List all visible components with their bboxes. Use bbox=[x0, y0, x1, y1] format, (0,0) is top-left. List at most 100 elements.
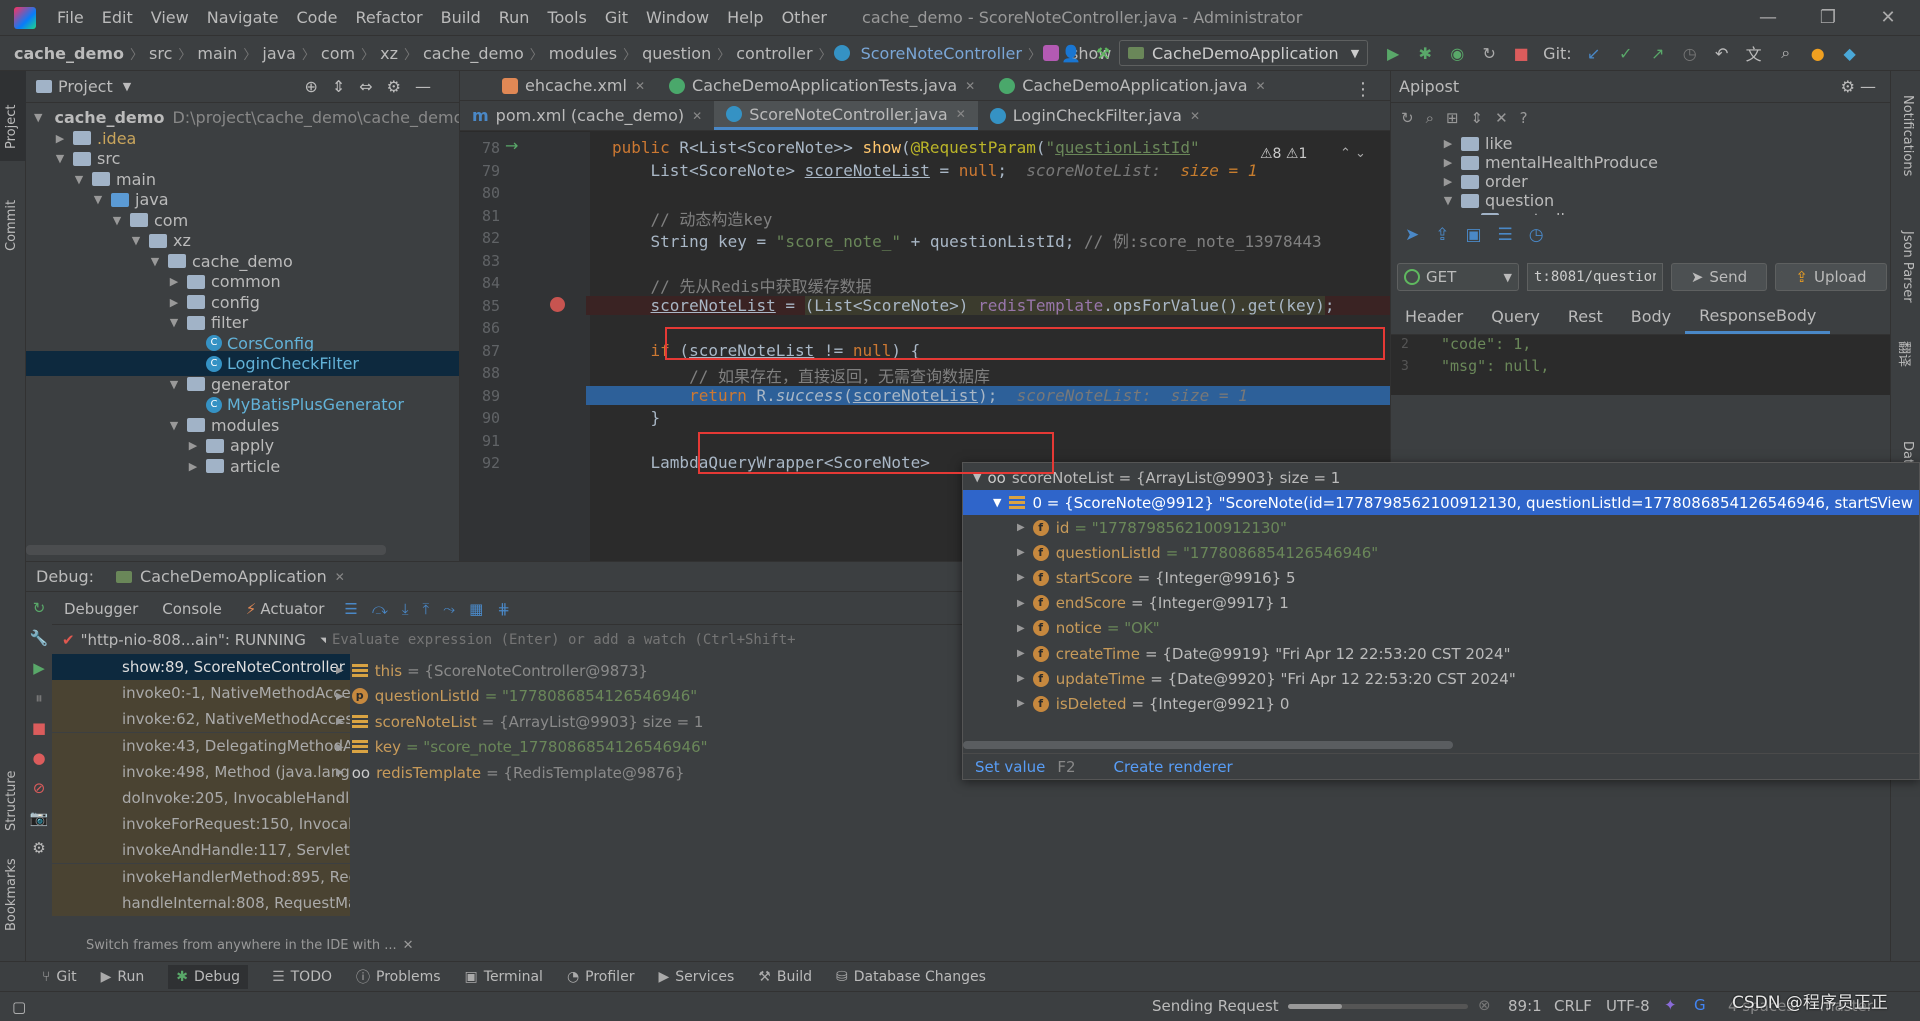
chevron-down-icon[interactable]: ▼ bbox=[91, 193, 105, 206]
profile-icon[interactable]: ↻ bbox=[1478, 42, 1500, 64]
code-line[interactable]: } bbox=[612, 408, 661, 427]
tool-debug[interactable]: ✱ Debug bbox=[168, 964, 249, 989]
chevron-right-icon[interactable]: ▶ bbox=[336, 742, 344, 753]
translate-icon[interactable]: 文 bbox=[1743, 42, 1765, 64]
chevron-right-icon[interactable]: ▶ bbox=[336, 767, 344, 778]
menu-other[interactable]: Other bbox=[773, 8, 836, 27]
breadcrumb-class[interactable]: ScoreNoteController bbox=[857, 44, 1026, 63]
send-button[interactable]: ➤ Send bbox=[1671, 263, 1767, 291]
code-line[interactable]: // 动态构造key bbox=[612, 206, 773, 230]
tab-header[interactable]: Header bbox=[1391, 300, 1477, 334]
menu-run[interactable]: Run bbox=[490, 8, 539, 27]
code-line[interactable]: public R<List<ScoreNote>> show(@RequestP… bbox=[612, 138, 1200, 157]
debug-session-tab[interactable]: CacheDemoApplication bbox=[140, 567, 327, 586]
project-toolbar[interactable]: ⊕⇕⇔⚙— bbox=[304, 77, 445, 96]
stack-frame[interactable]: invoke:43, DelegatingMethodAccessorIn bbox=[52, 732, 350, 759]
code-line[interactable]: String key = "score_note_" + questionLis… bbox=[612, 228, 1322, 252]
tool-services[interactable]: ▶ Services bbox=[658, 969, 734, 985]
chevron-down-icon[interactable]: ▼ bbox=[34, 111, 42, 124]
variable-row[interactable]: ▶ this = {ScoreNoteController@9873} bbox=[326, 658, 648, 683]
close-tab-icon[interactable]: ✕ bbox=[635, 79, 645, 93]
plugin-icon[interactable]: ✦ bbox=[1664, 996, 1677, 1014]
tool-git[interactable]: ⑂ Git bbox=[42, 969, 77, 985]
rerun-icon[interactable]: ↻ bbox=[33, 599, 46, 617]
popup-field-row[interactable]: ▶ f endScore = {Integer@9917} 1 bbox=[963, 591, 1289, 616]
hammer-build-icon[interactable]: ⚒ bbox=[1092, 42, 1114, 64]
close-session-icon[interactable]: ✕ bbox=[335, 570, 345, 584]
popup-field-row[interactable]: ▶ f updateTime = {Date@9920} "Fri Apr 12 22… bbox=[963, 666, 1516, 691]
create-renderer-link[interactable]: Create renderer bbox=[1114, 758, 1233, 776]
stack-frame[interactable]: invokeAndHandle:117, ServletInvocableH bbox=[52, 837, 350, 864]
tool-build[interactable]: ⚒ Build bbox=[758, 969, 812, 985]
notifications-strip-label[interactable]: Notifications bbox=[1900, 95, 1915, 176]
code-line[interactable]: return R.success(scoreNoteList); scoreNo… bbox=[586, 385, 1390, 405]
breadcrumb-main[interactable]: main bbox=[193, 44, 241, 63]
horizontal-scrollbar[interactable] bbox=[26, 545, 386, 555]
close-tab-icon[interactable]: ✕ bbox=[956, 107, 966, 121]
popup-field-row[interactable]: ▶ f questionListId = "1778086854126546946" bbox=[963, 540, 1378, 565]
tool-problems[interactable]: ⓘ Problems bbox=[356, 967, 441, 987]
breadcrumb-java[interactable]: java bbox=[258, 44, 300, 63]
popup-field-row[interactable]: ▶ f startScore = {Integer@9916} 5 bbox=[963, 565, 1296, 590]
popup-field-row[interactable]: ▶ f isDeleted = {Integer@9921} 0 bbox=[963, 691, 1289, 716]
project-strip-label[interactable]: Project bbox=[4, 105, 19, 149]
tab-debugger[interactable]: Debugger bbox=[52, 600, 150, 618]
close-window-icon[interactable]: ✕ bbox=[1860, 0, 1916, 35]
close-tab-icon[interactable]: ✕ bbox=[965, 79, 975, 93]
user-icon[interactable]: 👤 bbox=[1060, 42, 1082, 64]
translate-strip-label[interactable]: 翻译 bbox=[1896, 341, 1915, 367]
chevron-down-icon[interactable]: ▼ bbox=[129, 234, 143, 247]
chevron-right-icon[interactable]: ▶ bbox=[1017, 623, 1025, 634]
tool-profiler[interactable]: ◔ Profiler bbox=[567, 969, 635, 985]
stack-frame[interactable]: invoke:498, Method (java.lang.reflect) bbox=[52, 758, 350, 785]
breadcrumb-com[interactable]: com bbox=[317, 44, 359, 63]
code-line[interactable]: // 如果存在，直接返回，无需查询数据库 bbox=[612, 363, 990, 387]
api-tree-item[interactable]: ▼ controller bbox=[1391, 207, 1581, 215]
chevron-right-icon[interactable]: ▶ bbox=[1017, 648, 1025, 659]
chevron-right-icon[interactable]: ▶ bbox=[336, 665, 344, 676]
chevron-right-icon[interactable]: ▶ bbox=[1017, 547, 1025, 558]
menu-file[interactable]: File bbox=[48, 8, 93, 27]
cancel-progress-icon[interactable]: ⊗ bbox=[1478, 996, 1491, 1014]
menu-build[interactable]: Build bbox=[432, 8, 490, 27]
chevron-down-icon[interactable]: ▼ bbox=[1461, 213, 1475, 215]
url-input[interactable] bbox=[1527, 263, 1663, 291]
close-tab-icon[interactable]: ✕ bbox=[692, 109, 702, 123]
history-icon[interactable]: ◷ bbox=[1679, 42, 1701, 64]
code-line[interactable]: scoreNoteList = (List<ScoreNote>) redisT… bbox=[586, 295, 1390, 315]
chevron-right-icon[interactable]: ▶ bbox=[1017, 598, 1025, 609]
inspection-warnings[interactable]: ⚠8 ⚠1 bbox=[1256, 146, 1312, 162]
chevron-right-icon[interactable]: ▶ bbox=[53, 132, 67, 145]
chevron-down-icon[interactable]: ▼ bbox=[1441, 194, 1455, 207]
breadcrumb-question[interactable]: question bbox=[638, 44, 715, 63]
project-panel-title[interactable]: Project bbox=[58, 77, 113, 96]
file-encoding[interactable]: UTF-8 bbox=[1606, 997, 1650, 1015]
chevron-right-icon[interactable]: ▶ bbox=[1017, 522, 1025, 533]
close-tab-icon[interactable]: ✕ bbox=[1256, 79, 1266, 93]
stack-frame[interactable]: invoke:62, NativeMethodAccessorImpl (s bbox=[52, 706, 350, 733]
tool-database-changes[interactable]: ⛁ Database Changes bbox=[836, 969, 986, 985]
debug-icon[interactable]: ✱ bbox=[1414, 42, 1436, 64]
chevron-down-icon[interactable]: ▼ bbox=[148, 255, 162, 268]
stack-frame[interactable]: invokeHandlerMethod:895, RequestMap bbox=[52, 863, 350, 890]
evaluate-expression-input[interactable] bbox=[326, 626, 796, 654]
code-line[interactable]: // 先从Redis中获取缓存数据 bbox=[612, 273, 872, 297]
settings-gear-icon[interactable]: ⚙ — bbox=[1841, 77, 1876, 96]
thread-selector[interactable]: "http-nio-808...ain": RUNNING bbox=[81, 631, 306, 649]
close-hint-icon[interactable]: ✕ bbox=[403, 938, 414, 953]
stack-frame[interactable]: invokeForRequest:150, InvocableHandler bbox=[52, 811, 350, 838]
tool-todo[interactable]: ☰ TODO bbox=[272, 969, 332, 985]
menu-refactor[interactable]: Refactor bbox=[346, 8, 431, 27]
search-icon[interactable]: ⌕ bbox=[1775, 42, 1797, 64]
popup-field-row[interactable]: ▶ f notice = "OK" bbox=[963, 616, 1160, 641]
caret-position[interactable]: 89:1 bbox=[1508, 997, 1542, 1015]
tab-pom-xml[interactable]: m pom.xml (cache_demo) ✕ bbox=[460, 101, 714, 130]
tool-terminal[interactable]: ▣ Terminal bbox=[465, 969, 543, 985]
tab-body[interactable]: Body bbox=[1617, 300, 1685, 334]
view-link[interactable]: View bbox=[1877, 494, 1913, 512]
popup-scrollbar[interactable] bbox=[963, 741, 1453, 749]
chevron-right-icon[interactable]: ▶ bbox=[1017, 572, 1025, 583]
menu-navigate[interactable]: Navigate bbox=[198, 8, 288, 27]
popup-item-0[interactable]: 0 = {ScoreNote@9912} "ScoreNote(id=17787… bbox=[1032, 494, 1877, 512]
breadcrumb-modules[interactable]: modules bbox=[545, 44, 621, 63]
